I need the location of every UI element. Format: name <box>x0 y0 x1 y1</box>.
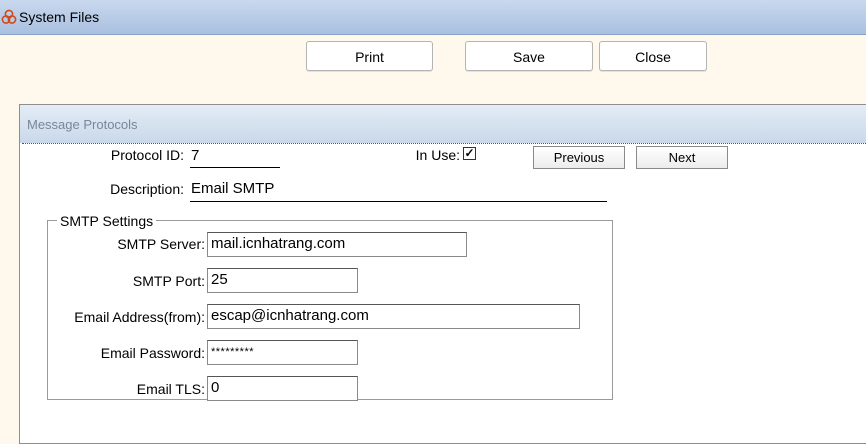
close-button[interactable]: Close <box>599 41 707 71</box>
description-label: Description: <box>110 181 184 197</box>
description-underline <box>190 201 607 202</box>
smtp-server-field[interactable]: mail.icnhatrang.com <box>207 232 467 257</box>
email-tls-label: Email TLS: <box>136 381 205 397</box>
smtp-settings-legend: SMTP Settings <box>57 213 157 229</box>
recycle-icon <box>1 9 17 24</box>
email-address-field[interactable]: escap@icnhatrang.com <box>207 304 580 329</box>
checkmark-icon: ✓ <box>464 146 475 160</box>
description-value: Email SMTP <box>191 180 275 197</box>
protocol-id-value: 7 <box>191 147 200 164</box>
next-button[interactable]: Next <box>636 146 728 169</box>
email-password-field[interactable]: ********* <box>207 340 358 365</box>
previous-button[interactable]: Previous <box>533 146 625 169</box>
smtp-server-label: SMTP Server: <box>117 236 205 252</box>
print-button[interactable]: Print <box>306 41 433 71</box>
smtp-port-label: SMTP Port: <box>132 273 205 289</box>
panel-header: Message Protocols <box>20 105 866 143</box>
window-title: System Files <box>19 9 100 25</box>
save-button[interactable]: Save <box>465 41 593 71</box>
email-address-label: Email Address(from): <box>74 309 205 325</box>
in-use-label: In Use: <box>415 147 460 163</box>
in-use-checkbox[interactable]: ✓ <box>463 147 476 160</box>
title-bar: System Files <box>0 0 866 35</box>
protocol-id-label: Protocol ID: <box>110 147 184 163</box>
email-password-label: Email Password: <box>100 345 205 361</box>
protocol-id-underline <box>190 167 280 168</box>
panel-title: Message Protocols <box>27 117 138 132</box>
email-tls-field[interactable]: 0 <box>207 376 358 401</box>
smtp-port-field[interactable]: 25 <box>207 268 358 293</box>
